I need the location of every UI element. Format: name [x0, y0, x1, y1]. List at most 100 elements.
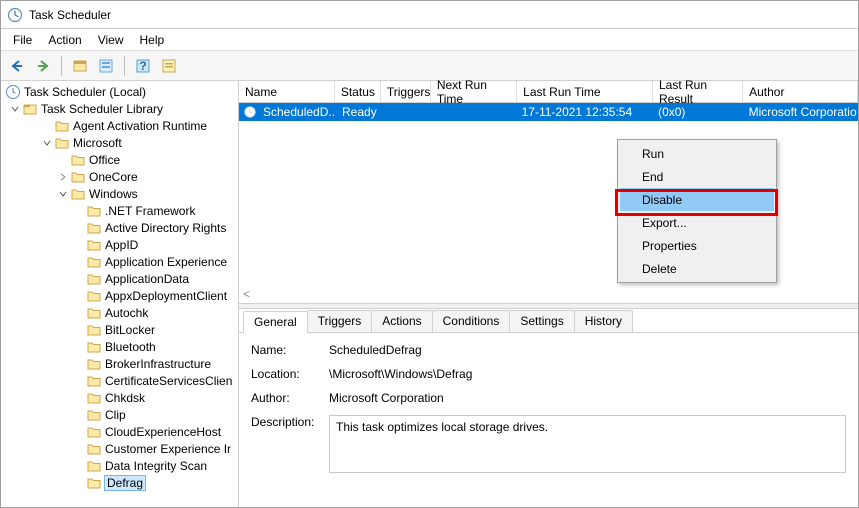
- column-header-triggers[interactable]: Triggers: [381, 81, 431, 102]
- column-header-last-run-time[interactable]: Last Run Time: [517, 81, 653, 102]
- tree-item-clip[interactable]: Clip: [3, 406, 238, 423]
- tab-general[interactable]: General: [243, 311, 308, 333]
- twist-spacer: [41, 120, 53, 132]
- folder-icon: [86, 441, 102, 457]
- column-header-next-run-time[interactable]: Next Run Time: [431, 81, 517, 102]
- menu-view[interactable]: View: [90, 31, 132, 49]
- folder-icon: [86, 254, 102, 270]
- tree-item-application-experience[interactable]: Application Experience: [3, 253, 238, 270]
- tree-item-cloudexperiencehost[interactable]: CloudExperienceHost: [3, 423, 238, 440]
- toolbar-button-3[interactable]: [157, 54, 181, 78]
- folder-icon: [86, 356, 102, 372]
- toolbar-help-button[interactable]: ?: [131, 54, 155, 78]
- chevron-down-icon[interactable]: [57, 188, 69, 200]
- right-panel: NameStatusTriggersNext Run TimeLast Run …: [239, 81, 858, 507]
- tree-item-windows[interactable]: Windows: [3, 185, 238, 202]
- tree-root[interactable]: Task Scheduler (Local): [3, 83, 238, 100]
- tree-item-appid[interactable]: AppID: [3, 236, 238, 253]
- chevron-down-icon[interactable]: [41, 137, 53, 149]
- tab-conditions[interactable]: Conditions: [432, 310, 511, 332]
- tree-item-label: BrokerInfrastructure: [105, 357, 211, 371]
- app-clock-icon: [5, 84, 21, 100]
- tree-item-office[interactable]: Office: [3, 151, 238, 168]
- tree-item-certificateservicesclien[interactable]: CertificateServicesClien: [3, 372, 238, 389]
- menu-help[interactable]: Help: [132, 31, 173, 49]
- ctx-run[interactable]: Run: [620, 142, 774, 165]
- tree-item-label: BitLocker: [105, 323, 155, 337]
- tree-item-data-integrity-scan[interactable]: Data Integrity Scan: [3, 457, 238, 474]
- task-list-header: NameStatusTriggersNext Run TimeLast Run …: [239, 81, 858, 103]
- toolbar-separator: [124, 56, 125, 76]
- toolbar-button-1[interactable]: [68, 54, 92, 78]
- label-name: Name:: [251, 343, 329, 357]
- tree-item-onecore[interactable]: OneCore: [3, 168, 238, 185]
- context-menu: Run End Disable Export... Properties Del…: [617, 139, 777, 283]
- menu-action[interactable]: Action: [40, 31, 89, 49]
- tree-panel[interactable]: Task Scheduler (Local) Task Scheduler Li…: [1, 81, 239, 507]
- tree-library[interactable]: Task Scheduler Library: [3, 100, 238, 117]
- column-header-name[interactable]: Name: [239, 81, 335, 102]
- toolbar-button-2[interactable]: [94, 54, 118, 78]
- tree-root-label: Task Scheduler (Local): [24, 85, 146, 99]
- tree-item-applicationdata[interactable]: ApplicationData: [3, 270, 238, 287]
- tree-item-agent-activation-runtime[interactable]: Agent Activation Runtime: [3, 117, 238, 134]
- toolbar: ?: [1, 51, 858, 81]
- folder-icon: [86, 407, 102, 423]
- tab-actions[interactable]: Actions: [371, 310, 432, 332]
- toolbar-separator: [61, 56, 62, 76]
- chevron-right-icon[interactable]: [57, 171, 69, 183]
- tree-item-chkdsk[interactable]: Chkdsk: [3, 389, 238, 406]
- folder-icon: [86, 237, 102, 253]
- cell-author: Microsoft Corporatio: [743, 105, 858, 119]
- twist-spacer: [73, 341, 85, 353]
- tree-item-label: ApplicationData: [105, 272, 189, 286]
- ctx-end[interactable]: End: [620, 165, 774, 188]
- column-header-author[interactable]: Author: [743, 81, 858, 102]
- tree-item-brokerinfrastructure[interactable]: BrokerInfrastructure: [3, 355, 238, 372]
- folder-icon: [86, 305, 102, 321]
- ctx-delete[interactable]: Delete: [620, 257, 774, 280]
- folder-icon: [86, 424, 102, 440]
- chevron-down-icon[interactable]: [9, 103, 21, 115]
- task-row-selected[interactable]: ScheduledD...Ready17-11-2021 12:35:54(0x…: [239, 103, 858, 121]
- tree-item-bluetooth[interactable]: Bluetooth: [3, 338, 238, 355]
- description-box[interactable]: This task optimizes local storage drives…: [329, 415, 846, 473]
- tab-settings[interactable]: Settings: [509, 310, 574, 332]
- ctx-properties[interactable]: Properties: [620, 234, 774, 257]
- menu-file[interactable]: File: [5, 31, 40, 49]
- value-name: ScheduledDefrag: [329, 343, 422, 357]
- column-header-last-run-result[interactable]: Last Run Result: [653, 81, 743, 102]
- twist-spacer: [73, 256, 85, 268]
- twist-spacer: [73, 409, 85, 421]
- folder-icon: [86, 322, 102, 338]
- ctx-export[interactable]: Export...: [620, 211, 774, 234]
- folder-icon: [86, 373, 102, 389]
- tree-item-label: AppID: [105, 238, 138, 252]
- tree-item--net-framework[interactable]: .NET Framework: [3, 202, 238, 219]
- tree-item-appxdeploymentclient[interactable]: AppxDeploymentClient: [3, 287, 238, 304]
- twist-spacer: [73, 239, 85, 251]
- tree-item-label: Defrag: [105, 476, 145, 490]
- horizontal-scroll-indicator[interactable]: <: [243, 287, 250, 301]
- tree-item-bitlocker[interactable]: BitLocker: [3, 321, 238, 338]
- tab-triggers[interactable]: Triggers: [307, 310, 373, 332]
- tree-item-customer-experience-ir[interactable]: Customer Experience Ir: [3, 440, 238, 457]
- task-list[interactable]: ScheduledD...Ready17-11-2021 12:35:54(0x…: [239, 103, 858, 303]
- nav-back-button[interactable]: [5, 54, 29, 78]
- tree-item-active-directory-rights[interactable]: Active Directory Rights: [3, 219, 238, 236]
- column-header-status[interactable]: Status: [335, 81, 381, 102]
- tree-item-autochk[interactable]: Autochk: [3, 304, 238, 321]
- cell-status: Ready: [336, 105, 381, 119]
- twist-spacer: [73, 358, 85, 370]
- tree-item-defrag[interactable]: Defrag: [3, 474, 238, 491]
- tree-item-microsoft[interactable]: Microsoft: [3, 134, 238, 151]
- twist-spacer: [73, 205, 85, 217]
- title-bar: Task Scheduler: [1, 1, 858, 29]
- tree-item-label: Office: [89, 153, 120, 167]
- tab-history[interactable]: History: [574, 310, 633, 332]
- nav-forward-button[interactable]: [31, 54, 55, 78]
- tree-item-label: Bluetooth: [105, 340, 156, 354]
- ctx-disable[interactable]: Disable: [620, 188, 774, 211]
- value-author: Microsoft Corporation: [329, 391, 444, 405]
- cell-name: ScheduledD...: [257, 105, 336, 119]
